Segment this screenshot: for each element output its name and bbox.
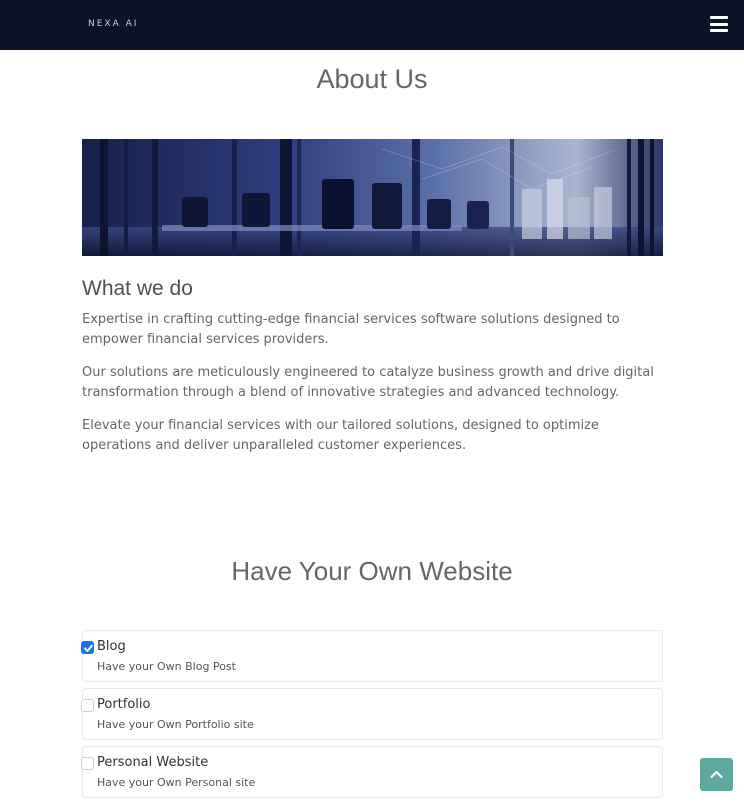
website-section-title: Have Your Own Website [231,556,513,586]
page-title: About Us [316,64,428,94]
option-label: Portfolio [97,697,151,712]
blog-checkbox[interactable] [81,641,94,654]
personal-website-checkbox[interactable] [81,757,94,770]
check-icon [84,644,93,652]
option-label: Blog [97,639,126,654]
portfolio-checkbox[interactable] [81,699,94,712]
about-paragraph-1: Expertise in crafting cutting-edge finan… [82,312,620,347]
about-paragraph-3: Elevate your financial services with our… [82,418,599,453]
chevron-up-icon [710,770,723,779]
option-description: Have your Own Personal site [97,776,256,789]
hamburger-menu-icon[interactable] [710,16,728,32]
option-personal-website[interactable]: Personal Website Have your Own Personal … [81,746,663,798]
scroll-to-top-button[interactable] [700,758,733,791]
logo[interactable]: NEXA AI [88,19,138,29]
top-navbar: NEXA AI [0,0,744,50]
about-paragraph-2: Our solutions are meticulously engineere… [82,365,654,400]
option-blog[interactable]: Blog Have your Own Blog Post [81,630,663,682]
option-portfolio[interactable]: Portfolio Have your Own Portfolio site [81,688,663,740]
option-description: Have your Own Portfolio site [97,718,254,731]
option-description: Have your Own Blog Post [97,660,236,673]
about-banner-image [82,139,663,256]
option-label: Personal Website [97,755,209,770]
what-we-do-heading: What we do [82,277,193,300]
